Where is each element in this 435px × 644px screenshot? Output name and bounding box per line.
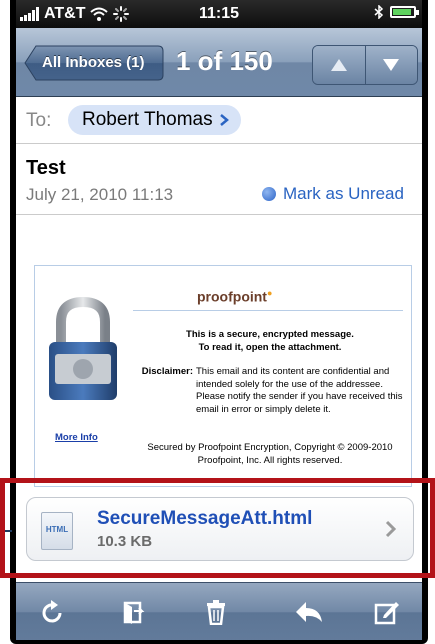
next-message-button[interactable] — [364, 46, 417, 84]
refresh-icon — [42, 600, 62, 623]
message-subject: Test — [26, 157, 66, 179]
trash-icon — [207, 600, 225, 625]
proofpoint-logo: proofpoint● — [197, 288, 273, 305]
move-folder-icon — [123, 601, 145, 624]
reply-icon — [296, 602, 322, 622]
unread-dot-icon — [262, 187, 276, 201]
bluetooth-icon — [374, 5, 384, 19]
attachment-size: 10.3 KB — [97, 533, 153, 550]
navigation-bar: All Inboxes (1) 1 of 150 — [16, 28, 422, 97]
logo-divider — [133, 310, 403, 311]
phone-screen: AT&T 11:15 All Inboxes (1) 1 of 150 To: … — [16, 0, 422, 640]
message-counter: 1 of 150 — [176, 46, 273, 76]
callout-pointer — [0, 530, 12, 532]
logo-text: proofpoint — [197, 288, 267, 305]
message-date: July 21, 2010 11:13 — [26, 185, 174, 204]
secure-line-1: This is a secure, encrypted message. — [186, 329, 354, 340]
message-body: proofpoint● This is a secure, encrypted … — [34, 265, 412, 487]
copyright-line-1: Secured by Proofpoint Encryption, Copyri… — [147, 442, 393, 453]
mark-as-unread-label: Mark as Unread — [283, 184, 404, 203]
padlock-icon — [49, 296, 117, 400]
attachment-row[interactable]: HTML SecureMessageAtt.html 10.3 KB — [26, 497, 414, 561]
attachment-filename: SecureMessageAtt.html — [97, 508, 313, 529]
back-button-all-inboxes[interactable]: All Inboxes (1) — [24, 45, 164, 81]
status-bar: AT&T 11:15 — [16, 0, 422, 28]
chevron-right-icon — [385, 520, 397, 538]
refresh-button[interactable] — [38, 597, 68, 627]
compose-button[interactable] — [372, 597, 402, 627]
arrow-down-icon — [383, 59, 400, 71]
recipient-pill[interactable]: Robert Thomas — [68, 105, 241, 135]
arrow-up-icon — [330, 59, 347, 71]
copyright-notice: Secured by Proofpoint Encryption, Copyri… — [145, 441, 395, 467]
secure-message-notice: This is a secure, encrypted message. To … — [165, 328, 375, 354]
status-right — [374, 5, 419, 19]
to-label: To: — [26, 110, 52, 131]
reply-button[interactable] — [294, 597, 324, 627]
delete-button[interactable] — [201, 597, 231, 627]
phone-frame: AT&T 11:15 All Inboxes (1) 1 of 150 To: … — [0, 0, 435, 644]
recipient-name: Robert Thomas — [82, 109, 213, 130]
disclaimer-text: This email and its content are confident… — [196, 366, 403, 415]
copyright-line-2: Proofpoint, Inc. All rights reserved. — [197, 455, 343, 466]
html-file-icon: HTML — [41, 512, 73, 550]
disclaimer-label: Disclaimer: — [141, 366, 193, 377]
bottom-toolbar — [16, 582, 422, 640]
header-divider — [16, 214, 422, 215]
battery-icon — [390, 6, 419, 18]
message-nav-segmented — [312, 45, 418, 85]
status-time: 11:15 — [198, 5, 240, 22]
chevron-right-icon — [219, 114, 229, 126]
back-button-label: All Inboxes (1) — [42, 54, 145, 71]
move-to-folder-button[interactable] — [119, 597, 149, 627]
secure-line-2: To read it, open the attachment. — [198, 342, 342, 353]
recipients-row: To: Robert Thomas — [16, 97, 422, 144]
more-info-link[interactable]: More Info — [55, 432, 98, 443]
file-type-label: HTML — [45, 525, 69, 534]
mark-as-unread-button[interactable]: Mark as Unread — [262, 184, 422, 204]
disclaimer-block: Disclaimer: This email and its content a… — [133, 366, 403, 416]
compose-icon — [374, 602, 399, 625]
previous-message-button[interactable] — [313, 46, 365, 84]
